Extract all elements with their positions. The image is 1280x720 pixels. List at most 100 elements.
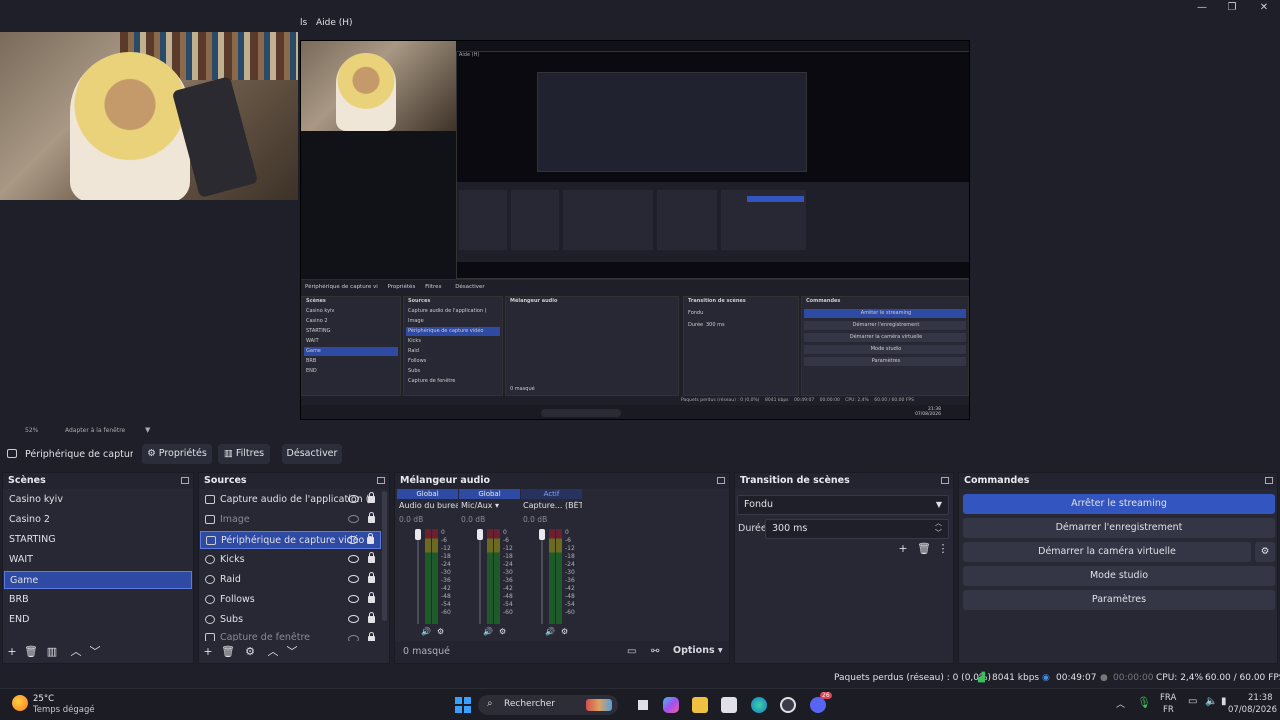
move-down-icon[interactable]: ﹀ <box>286 646 298 658</box>
move-down-icon[interactable]: ﹀ <box>89 646 101 658</box>
minimize-icon[interactable]: — <box>1188 2 1216 14</box>
file-explorer-icon[interactable] <box>692 697 708 713</box>
clock-date[interactable]: 07/08/2026 <box>1228 705 1277 715</box>
eye-icon[interactable] <box>348 575 359 583</box>
duration-spinbox[interactable]: 300 ms ︿ ﹀ <box>765 519 949 539</box>
undock-icon[interactable] <box>181 477 189 484</box>
lock-icon[interactable] <box>368 572 375 583</box>
undock-icon[interactable] <box>377 477 385 484</box>
source-item[interactable]: Follows <box>200 591 381 609</box>
discord-icon[interactable] <box>810 697 826 713</box>
channel-settings-icon[interactable]: ⚙ <box>499 627 506 636</box>
weather-desc[interactable]: Temps dégagé <box>33 705 95 715</box>
channel-mode[interactable]: Actif <box>521 489 582 499</box>
lock-icon[interactable] <box>368 552 375 563</box>
restore-icon[interactable]: ❐ <box>1218 2 1246 14</box>
deactivate-button[interactable]: Désactiver <box>282 444 342 464</box>
source-item[interactable]: Capture audio de l'application ( <box>200 491 381 509</box>
clock-time[interactable]: 21:38 <box>1248 693 1273 703</box>
preview-canvas[interactable]: Aide (H) Périphérique de capture vi Prop… <box>0 32 1280 434</box>
scene-item-selected[interactable]: Game <box>4 571 192 589</box>
search-box[interactable]: ⌕ Rechercher <box>478 695 618 715</box>
microphone-icon[interactable]: 🎙 <box>1137 696 1151 709</box>
gear-icon[interactable]: ⚙ <box>1255 542 1275 562</box>
properties-button[interactable]: ⚙ Propriétés <box>142 444 212 464</box>
undock-icon[interactable] <box>1265 477 1273 484</box>
windows-start-icon[interactable] <box>455 697 471 713</box>
lock-icon[interactable] <box>368 592 375 603</box>
weather-temp[interactable]: 25°C <box>33 694 54 704</box>
chevron-up-icon[interactable]: ︿ <box>1116 697 1125 710</box>
sources-scrollbar[interactable] <box>382 491 387 621</box>
scene-item[interactable]: STARTING <box>4 531 192 549</box>
scene-item[interactable]: Casino 2 <box>4 511 192 529</box>
stop-streaming-button[interactable]: Arrêter le streaming <box>963 494 1275 514</box>
language-code[interactable]: FRA <box>1160 693 1176 703</box>
obs-icon[interactable] <box>780 697 796 713</box>
menu-item-tools[interactable]: ls <box>300 18 307 28</box>
zoom-level[interactable]: 52% <box>25 427 38 434</box>
eye-icon[interactable] <box>348 595 359 603</box>
channel-settings-icon[interactable]: ⚙ <box>561 627 568 636</box>
eye-icon[interactable] <box>348 495 359 503</box>
add-icon[interactable]: + <box>6 646 18 658</box>
battery-icon[interactable]: ▮ <box>1221 696 1227 707</box>
start-recording-button[interactable]: Démarrer l'enregistrement <box>963 518 1275 538</box>
fit-dropdown-icon[interactable]: ▼ <box>145 426 150 434</box>
eye-icon[interactable] <box>348 615 359 623</box>
eye-hidden-icon[interactable] <box>348 515 359 523</box>
channel-name[interactable]: Mic/Aux ▾ <box>459 501 520 510</box>
volume-slider[interactable] <box>539 529 545 624</box>
gear-icon[interactable]: ⚙ <box>244 646 256 658</box>
lock-icon[interactable] <box>368 512 375 523</box>
volume-icon[interactable]: 🔈 <box>1205 696 1217 707</box>
add-icon[interactable]: + <box>202 646 214 658</box>
eye-icon[interactable] <box>348 555 359 563</box>
channel-name[interactable]: Capture... (BÊTA) ▾ <box>521 501 582 510</box>
undock-icon[interactable] <box>941 477 949 484</box>
eye-icon[interactable] <box>347 536 358 544</box>
scene-item[interactable]: BRB <box>4 591 192 609</box>
link-icon[interactable]: ⚯ <box>651 646 659 657</box>
settings-button[interactable]: Paramètres <box>963 590 1275 610</box>
channel-name[interactable]: Audio du bureau ▾ <box>397 501 458 510</box>
source-item[interactable]: Kicks <box>200 551 381 569</box>
move-up-icon[interactable]: ︿ <box>267 646 279 658</box>
task-view-icon[interactable] <box>635 697 651 713</box>
weather-icon[interactable] <box>12 695 28 711</box>
source-item-selected[interactable]: Périphérique de capture vidéo 2 <box>200 531 381 549</box>
volume-slider[interactable] <box>415 529 421 624</box>
trash-icon[interactable]: 🗑 <box>24 646 38 658</box>
lock-icon[interactable] <box>367 533 374 544</box>
lock-icon[interactable] <box>368 492 375 503</box>
undock-icon[interactable] <box>717 477 725 484</box>
copilot-icon[interactable] <box>663 697 679 713</box>
edge-icon[interactable] <box>751 697 767 713</box>
filter-icon[interactable]: ▥ <box>46 646 58 658</box>
scene-item[interactable]: Casino kyiv <box>4 491 192 509</box>
scene-item[interactable]: END <box>4 611 192 629</box>
filters-button[interactable]: ▥ Filtres <box>218 444 270 464</box>
scene-item[interactable]: WAIT <box>4 551 192 569</box>
network-icon[interactable]: ▭ <box>1188 696 1197 707</box>
options-dropdown[interactable]: Options ▾ <box>673 645 723 656</box>
mute-icon[interactable]: 🔊 <box>421 627 431 636</box>
volume-slider[interactable] <box>477 529 483 624</box>
source-item[interactable]: Subs <box>200 611 381 629</box>
start-virtual-camera-button[interactable]: Démarrer la caméra virtuelle <box>963 542 1251 562</box>
move-up-icon[interactable]: ︿ <box>70 646 82 658</box>
channel-mode[interactable]: Global <box>397 489 458 499</box>
keyboard-layout[interactable]: FR <box>1163 705 1174 715</box>
mute-icon[interactable]: 🔊 <box>483 627 493 636</box>
trash-icon[interactable]: 🗑 <box>917 543 931 555</box>
lock-icon[interactable] <box>368 612 375 623</box>
channel-mode[interactable]: Global <box>459 489 520 499</box>
trash-icon[interactable]: 🗑 <box>221 646 235 658</box>
close-icon[interactable]: ✕ <box>1250 2 1278 14</box>
add-icon[interactable]: + <box>897 543 909 555</box>
channel-settings-icon[interactable]: ⚙ <box>437 627 444 636</box>
more-icon[interactable]: ⋮ <box>937 543 949 555</box>
source-item[interactable]: Image <box>200 511 381 529</box>
layout-icon[interactable]: ▭ <box>627 646 636 657</box>
transition-select[interactable]: Fondu ▼ <box>737 495 949 515</box>
